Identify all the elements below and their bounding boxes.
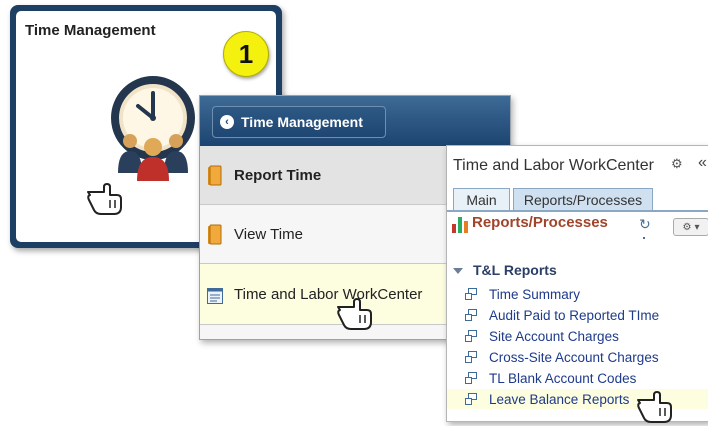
link-label: Audit Paid to Reported TIme (489, 307, 660, 323)
link-window-icon (465, 309, 477, 321)
workcenter-title: Time and Labor WorkCenter (453, 157, 654, 174)
gear-icon: ⚙ (682, 221, 692, 233)
link-window-icon (465, 351, 477, 363)
nav-item-label: Report Time (234, 166, 322, 184)
workcenter-panel: Time and Labor WorkCenter ⚙ « Main Repor… (446, 145, 708, 422)
folder-icon (208, 224, 222, 245)
link-cross-site-account-charges[interactable]: Cross-Site Account Charges (447, 347, 708, 367)
link-audit-paid[interactable]: Audit Paid to Reported TIme (447, 305, 708, 325)
options-dropdown[interactable]: ⚙ ▾ (673, 218, 708, 236)
tabs-divider (447, 210, 708, 212)
refresh-underline (643, 237, 645, 239)
link-label: Leave Balance Reports (489, 391, 630, 407)
refresh-icon[interactable]: ↻ (639, 216, 651, 233)
tab-reports-processes[interactable]: Reports/Processes (513, 188, 653, 211)
link-label: Time Summary (489, 286, 581, 302)
link-label: Cross-Site Account Charges (489, 349, 659, 365)
bar-chart-icon (452, 217, 468, 233)
link-window-icon (465, 372, 477, 384)
back-button-label: Time Management (241, 114, 363, 130)
link-time-summary[interactable]: Time Summary (447, 284, 708, 304)
link-window-icon (465, 330, 477, 342)
section-title: Reports/Processes (472, 214, 608, 231)
link-window-icon (465, 288, 477, 300)
link-label: TL Blank Account Codes (489, 370, 637, 386)
back-button[interactable]: ‹ Time Management (212, 106, 386, 138)
tile-title: Time Management (25, 22, 156, 39)
step-badge: 1 (223, 31, 269, 77)
nav-item-label: Time and Labor WorkCenter (234, 285, 423, 303)
gear-icon[interactable]: ⚙ (671, 156, 683, 172)
nav-header: ‹ Time Management (200, 96, 510, 146)
nav-item-label: View Time (234, 225, 303, 243)
collapse-icon[interactable]: « (698, 154, 707, 172)
group-header[interactable]: T&L Reports (453, 262, 557, 278)
chevron-left-icon: ‹ (220, 115, 234, 129)
link-site-account-charges[interactable]: Site Account Charges (447, 326, 708, 346)
folder-icon (208, 165, 222, 186)
link-label: Site Account Charges (489, 328, 619, 344)
link-tl-blank-account-codes[interactable]: TL Blank Account Codes (447, 368, 708, 388)
pointer-hand-icon (87, 183, 122, 215)
link-window-icon (465, 393, 477, 405)
window-icon (207, 288, 223, 304)
pointer-hand-icon (637, 391, 672, 423)
group-label: T&L Reports (473, 262, 557, 278)
pointer-hand-icon (337, 298, 372, 330)
clock-people-icon (111, 76, 195, 181)
caret-down-icon: ▾ (694, 221, 700, 233)
expand-caret-icon (453, 268, 463, 275)
tab-main[interactable]: Main (453, 188, 510, 211)
